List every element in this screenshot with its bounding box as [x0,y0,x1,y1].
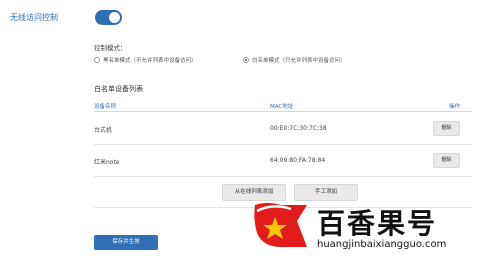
access-control-toggle[interactable] [95,10,122,25]
device-mac: 64:09:80:FA:78:84 [270,157,326,164]
toggle-knob [109,12,120,23]
radio-icon [94,57,100,63]
column-header-action: 操作 [448,104,460,110]
watermark-url: huangjinbaixiangguo.com [317,239,447,250]
column-header-device-name: 设备名称 [94,104,117,110]
device-mac: 00:E0:7C:30:7C:38 [270,125,327,132]
control-mode-label: 控制模式： [94,44,127,52]
radio-label: 黑名单模式（不允许列表中设备访问） [103,58,197,64]
radio-whitelist-mode[interactable]: 白名单模式（只允许列表中设备访问） [243,56,346,64]
whitelist-title: 白名单设备列表 [94,85,143,93]
device-name: 红米note [94,159,120,166]
watermark-title: 百香果号 [317,207,438,240]
column-header-mac: MAC地址 [270,104,294,110]
table-row: 台式机 00:E0:7C:30:7C:38 删除 [94,113,472,145]
delete-button[interactable]: 删除 [433,153,460,168]
watermark-logo-icon [254,203,307,247]
section-title: 无线访问控制 [10,13,58,22]
table-row: 红米note 64:09:80:FA:78:84 删除 [94,145,472,177]
device-name: 台式机 [94,127,113,134]
table-header: 设备名称 MAC地址 操作 [94,100,472,112]
watermark: 百香果号 huangjinbaixiangguo.com [251,199,493,253]
radio-blacklist-mode[interactable]: 黑名单模式（不允许列表中设备访问） [94,56,197,64]
delete-button[interactable]: 删除 [433,121,460,136]
radio-label: 白名单模式（只允许列表中设备访问） [252,58,346,64]
save-and-apply-button[interactable]: 保存并生效 [94,235,158,250]
radio-selected-icon [243,57,249,63]
